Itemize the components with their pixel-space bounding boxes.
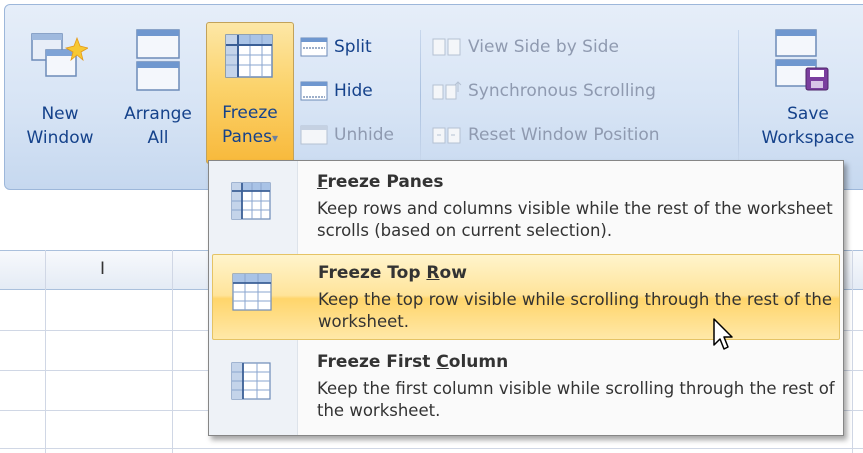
split-icon	[300, 37, 328, 57]
grid-line	[172, 250, 173, 453]
mouse-cursor-icon	[713, 318, 733, 350]
synchronous-scrolling-icon	[432, 81, 462, 100]
save-workspace-icon	[775, 29, 829, 91]
hide-button[interactable]: Hide	[300, 78, 373, 104]
freeze-panes-label-text: Panes	[221, 127, 272, 147]
view-side-by-side-label: View Side by Side	[468, 37, 619, 57]
menu-item-freeze-first-column[interactable]: Freeze First Column Keep the first colum…	[212, 344, 840, 430]
column-header-label: I	[100, 259, 106, 279]
title-pre: Freeze First	[317, 352, 437, 372]
unhide-label: Unhide	[334, 125, 394, 145]
split-label: Split	[334, 37, 372, 57]
title-post: reeze Panes	[327, 172, 444, 192]
reset-window-position-label: Reset Window Position	[468, 125, 660, 145]
grid-line	[852, 250, 853, 453]
menu-item-description: Keep the first column visible while scro…	[317, 379, 835, 420]
freeze-panes-icon	[231, 182, 271, 220]
title-accelerator: C	[436, 352, 449, 372]
menu-item-title: Freeze Panes	[317, 172, 444, 192]
arrange-all-icon	[136, 29, 180, 91]
hide-label: Hide	[334, 81, 373, 101]
menu-item-description: Keep the top row visible while scrolling…	[318, 290, 833, 331]
hide-icon	[300, 81, 328, 101]
save-workspace-button[interactable]: Save Workspace	[748, 24, 863, 164]
arrange-all-label-line2: All	[147, 128, 169, 148]
chevron-down-icon: ▾	[271, 131, 279, 145]
title-accelerator: F	[317, 172, 328, 192]
title-accelerator: R	[426, 263, 440, 283]
synchronous-scrolling-label: Synchronous Scrolling	[468, 81, 656, 101]
freeze-top-row-icon	[232, 273, 272, 311]
reset-window-position-icon	[432, 127, 461, 144]
title-post: ow	[439, 263, 467, 283]
arrange-all-label-line1: Arrange	[124, 104, 192, 124]
freeze-panes-menu: Freeze Panes Keep rows and columns visib…	[208, 160, 844, 436]
save-workspace-label-line2: Workspace	[761, 128, 855, 148]
grid-line	[45, 250, 46, 453]
freeze-panes-label-line2: Panes▾	[207, 125, 293, 150]
unhide-button[interactable]: Unhide	[300, 122, 394, 148]
view-side-by-side-button[interactable]: View Side by Side	[432, 34, 619, 60]
new-window-label-line1: New	[41, 104, 79, 124]
menu-item-freeze-panes[interactable]: Freeze Panes Keep rows and columns visib…	[212, 164, 840, 250]
menu-item-freeze-top-row[interactable]: Freeze Top Row Keep the top row visible …	[212, 254, 840, 340]
ribbon-separator	[420, 30, 421, 162]
view-side-by-side-icon	[432, 38, 461, 56]
freeze-panes-button[interactable]: Freeze Panes▾	[206, 22, 294, 164]
new-window-label-line2: Window	[26, 128, 94, 148]
title-pre: Freeze Top	[318, 263, 427, 283]
menu-item-title: Freeze Top Row	[318, 263, 467, 283]
menu-item-title: Freeze First Column	[317, 352, 508, 372]
unhide-icon	[300, 125, 328, 145]
new-window-button[interactable]: New Window	[18, 24, 102, 164]
arrange-all-button[interactable]: Arrange All	[116, 24, 200, 164]
split-button[interactable]: Split	[300, 34, 372, 60]
ribbon-separator	[738, 30, 739, 162]
title-post: olumn	[448, 352, 509, 372]
grid-line	[0, 448, 863, 449]
new-window-icon	[31, 33, 88, 77]
menu-item-description: Keep rows and columns visible while the …	[317, 199, 833, 240]
freeze-first-column-icon	[231, 362, 271, 400]
freeze-panes-label-line1: Freeze	[222, 103, 278, 123]
reset-window-position-button[interactable]: Reset Window Position	[432, 122, 660, 148]
freeze-panes-icon	[225, 34, 273, 78]
save-workspace-label-line1: Save	[787, 104, 829, 124]
synchronous-scrolling-button[interactable]: Synchronous Scrolling	[432, 78, 656, 104]
